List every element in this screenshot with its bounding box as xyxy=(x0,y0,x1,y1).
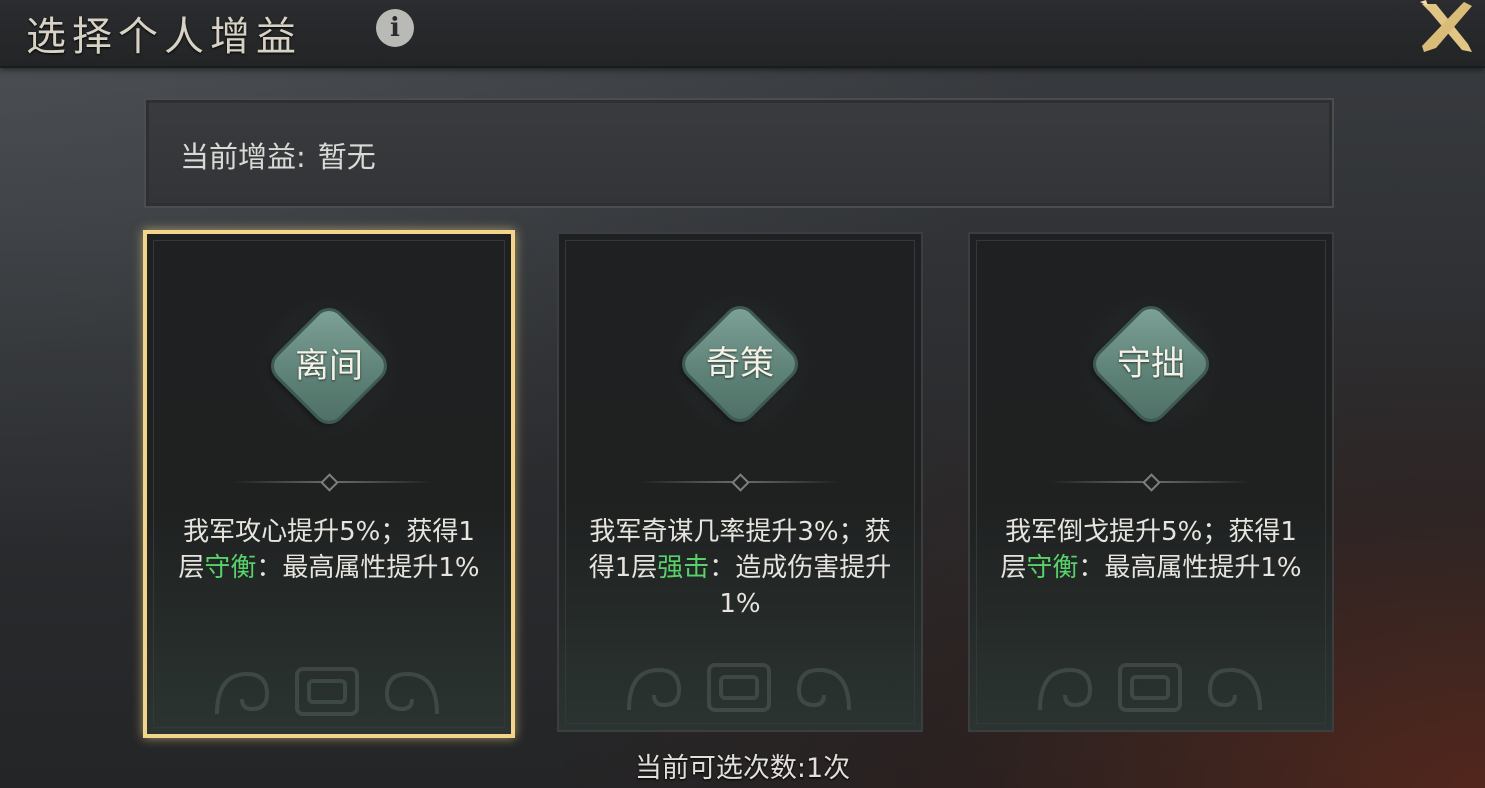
buff-card-shouZhuo[interactable]: 守拙 我军倒戈提升5%；获得1层守衡：最高属性提升1% xyxy=(968,232,1334,732)
desc-text: ：造成伤害提升1% xyxy=(709,553,892,619)
buff-description: 我军奇谋几率提升3%；获得1层强击：造成伤害提升1% xyxy=(583,514,897,622)
keyword-link[interactable]: 强击 xyxy=(657,553,709,583)
emblem-label: 奇策 xyxy=(706,344,774,384)
emblem-label: 离间 xyxy=(295,346,363,386)
current-buff-text: 当前增益: 暂无 xyxy=(180,134,376,176)
buff-card-liJian[interactable]: 离间 我军攻心提升5%；获得1层守衡：最高属性提升1% xyxy=(143,230,515,738)
current-buff-label: 当前增益: xyxy=(180,140,306,174)
buff-emblem: 奇策 xyxy=(670,294,810,434)
cloud-pattern-decoration xyxy=(215,667,439,716)
cloud-pattern-decoration xyxy=(627,663,851,712)
buff-card-qiCe[interactable]: 奇策 我军奇谋几率提升3%；获得1层强击：造成伤害提升1% xyxy=(557,232,923,732)
buff-emblem: 离间 xyxy=(259,296,399,436)
close-icon[interactable] xyxy=(1416,0,1474,54)
info-icon[interactable]: i xyxy=(376,9,414,47)
page-title: 选择个人增益 xyxy=(26,14,302,60)
title-bar: 选择个人增益 i xyxy=(0,0,1485,68)
keyword-link[interactable]: 守衡 xyxy=(204,553,256,583)
emblem-label: 守拙 xyxy=(1117,344,1185,384)
buff-emblem: 守拙 xyxy=(1081,294,1221,434)
buff-description: 我军倒戈提升5%；获得1层守衡：最高属性提升1% xyxy=(994,514,1308,586)
keyword-link[interactable]: 守衡 xyxy=(1026,553,1078,583)
desc-text: ：最高属性提升1% xyxy=(256,553,480,583)
cloud-pattern-decoration xyxy=(1038,663,1262,712)
buff-description: 我军攻心提升5%；获得1层守衡：最高属性提升1% xyxy=(171,514,487,586)
current-buff-panel: 当前增益: 暂无 xyxy=(144,98,1334,208)
remaining-selections: 当前可选次数:1次 xyxy=(634,753,851,784)
desc-text: ：最高属性提升1% xyxy=(1078,553,1302,583)
current-buff-value: 暂无 xyxy=(317,140,376,174)
